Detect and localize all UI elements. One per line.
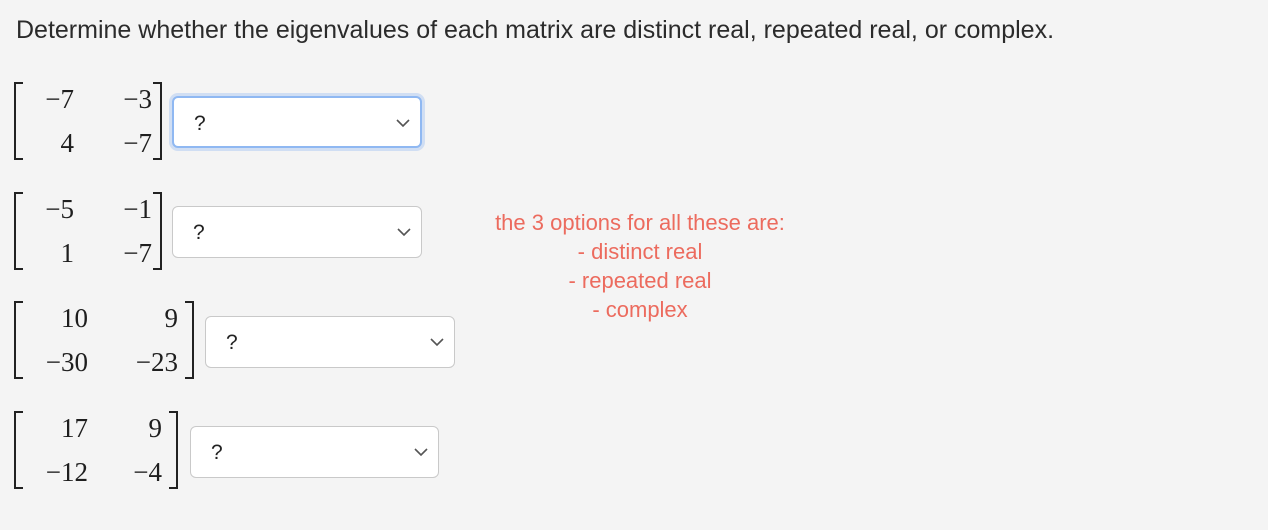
matrix-cell: 9 [148, 413, 163, 443]
dropdown-value: ? [211, 441, 223, 464]
chevron-down-icon [430, 338, 444, 347]
question-row: −7 −3 4 −7 ? [14, 82, 434, 162]
annotation-line: the 3 options for all these are: [495, 210, 785, 235]
chevron-down-icon [414, 448, 428, 457]
matrix-cell: −4 [133, 457, 162, 487]
left-bracket [14, 82, 23, 160]
question-row: −5 −1 1 −7 ? [14, 192, 434, 272]
annotation-line: - distinct real [577, 239, 703, 264]
matrix-cell: 9 [164, 303, 179, 333]
matrix-cell: 4 [60, 128, 75, 158]
matrix-cell: −1 [123, 194, 152, 224]
matrix: 17 9 −12 −4 [14, 411, 178, 489]
left-bracket [14, 192, 23, 270]
matrix-cell: −7 [123, 128, 152, 158]
right-bracket [185, 301, 194, 379]
matrix-cell: −3 [123, 84, 152, 114]
dropdown-value: ? [194, 112, 206, 135]
matrix-cell: 17 [61, 413, 88, 443]
chevron-down-icon [397, 228, 411, 237]
matrix: −7 −3 4 −7 [14, 82, 162, 160]
eigenvalue-type-dropdown[interactable]: ? [172, 206, 422, 258]
matrix-cell: −7 [123, 238, 152, 268]
right-bracket [153, 192, 162, 270]
question-prompt: Determine whether the eigenvalues of eac… [16, 16, 1055, 44]
right-bracket [153, 82, 162, 160]
annotation-line: - repeated real [568, 268, 712, 293]
matrix-cell: −23 [135, 347, 178, 377]
dropdown-value: ? [226, 331, 238, 354]
eigenvalue-type-dropdown[interactable]: ? [172, 96, 422, 148]
left-bracket [14, 301, 23, 379]
matrix: −5 −1 1 −7 [14, 192, 162, 270]
matrix-cell: 1 [60, 238, 75, 268]
chevron-down-icon [396, 119, 410, 128]
matrix-cell: 10 [61, 303, 88, 333]
matrix-cell: −12 [45, 457, 88, 487]
matrix-cell: −7 [45, 84, 74, 114]
question-row: 10 9 −30 −23 ? [14, 301, 464, 381]
matrix-cell: −30 [45, 347, 88, 377]
eigenvalue-type-dropdown[interactable]: ? [205, 316, 455, 368]
annotation-line: - complex [592, 297, 688, 322]
left-bracket [14, 411, 23, 489]
matrix: 10 9 −30 −23 [14, 301, 194, 379]
question-row: 17 9 −12 −4 ? [14, 411, 444, 491]
matrix-cell: −5 [45, 194, 74, 224]
options-annotation: the 3 options for all these are: - disti… [440, 208, 840, 324]
dropdown-value: ? [193, 221, 205, 244]
eigenvalue-type-dropdown[interactable]: ? [190, 426, 439, 478]
right-bracket [169, 411, 178, 489]
